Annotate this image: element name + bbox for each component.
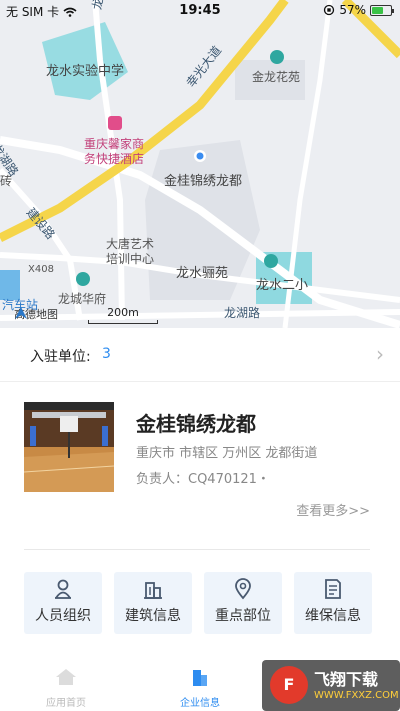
amap-arrow-icon	[15, 307, 27, 319]
map-label-hotel-line2: 务快捷酒店	[84, 152, 145, 166]
longcheng-poi-icon	[76, 272, 90, 286]
document-icon	[325, 579, 341, 599]
tab-enterprise-info[interactable]: 企业信息	[160, 668, 240, 709]
map-label-longshui-erxiao: 龙水二小	[256, 278, 309, 293]
map-view[interactable]: 龙王路 龙水实验中学 幸光大道 金龙花苑 龙湖路 重庆馨家商 务快捷酒店 砖 金…	[0, 0, 400, 328]
map-label-longcheng: 龙城华府	[58, 292, 107, 306]
map-label-brick: 砖	[0, 174, 13, 188]
enterprise-photo	[24, 402, 114, 492]
watermark: F 飞翔下载 WWW.FXXZ.COM	[262, 660, 400, 711]
key-areas-button[interactable]: 重点部位	[204, 572, 282, 634]
key-areas-label: 重点部位	[215, 608, 271, 624]
building-tab-icon	[193, 670, 207, 686]
building-info-button[interactable]: 建筑信息	[114, 572, 192, 634]
enterprise-card: 金桂锦绣龙都 重庆市 市辖区 万州区 龙都街道 负责人：CQ470121・ 查看…	[0, 382, 400, 550]
map-label-jingui: 金桂锦绣龙都	[164, 174, 243, 189]
map-label-longshui-liyuan: 龙水骊苑	[176, 266, 229, 281]
status-bar: 无 SIM 卡 19:45 57%	[0, 0, 400, 22]
watermark-name: 飞翔下载	[314, 670, 379, 689]
longshui-erxiao-poi-icon	[264, 254, 278, 268]
map-label-longhu-road-bottom: 龙湖路	[224, 306, 261, 320]
people-org-label: 人员组织	[35, 608, 91, 624]
map-label-school: 龙水实验中学	[46, 64, 125, 79]
maintenance-info-label: 维保信息	[305, 608, 361, 624]
tab-enterprise-label: 企业信息	[180, 698, 220, 709]
tenant-count-label: 入驻单位:	[30, 349, 91, 365]
map-scale-bar	[88, 320, 158, 324]
hotel-poi-icon	[108, 116, 122, 130]
map-label-x408: X408	[28, 264, 54, 275]
battery-percent: 57%	[339, 3, 366, 17]
enterprise-responsible: 负责人：CQ470121・	[136, 472, 270, 487]
home-icon	[56, 669, 76, 685]
map-scale: 200m	[88, 306, 158, 324]
map-scale-text: 200m	[107, 306, 139, 319]
people-org-button[interactable]: 人员组织	[24, 572, 102, 634]
building-icon	[144, 582, 162, 599]
tab-home-label: 应用首页	[46, 698, 86, 709]
building-info-label: 建筑信息	[125, 608, 181, 624]
section-divider	[24, 549, 370, 550]
enterprise-address: 重庆市 市辖区 万州区 龙都街道	[136, 446, 318, 461]
watermark-url: WWW.FXXZ.COM	[314, 690, 399, 701]
tenant-count-row[interactable]: 入驻单位: 3 ›	[0, 328, 400, 382]
map-label-datang-line2: 培训中心	[106, 252, 155, 266]
people-icon	[55, 579, 71, 599]
action-grid: 人员组织 建筑信息 重点部位 维保信息	[24, 572, 372, 634]
tenant-count-value: 3	[102, 346, 111, 362]
view-more-link[interactable]: 查看更多>>	[296, 500, 370, 519]
amap-logo: 高德地图	[14, 306, 58, 322]
maintenance-info-button[interactable]: 维保信息	[294, 572, 372, 634]
enterprise-name: 金桂锦绣龙都	[136, 412, 256, 436]
location-pin-icon	[235, 578, 251, 600]
chevron-right-icon: ›	[376, 342, 384, 366]
orientation-lock-icon	[324, 4, 335, 16]
tab-home[interactable]: 应用首页	[26, 668, 106, 709]
watermark-logo-icon: F	[270, 666, 308, 704]
map-label-jinlong-garden: 金龙花苑	[252, 70, 301, 84]
battery-icon	[370, 4, 394, 16]
jinlong-garden-poi-icon	[270, 50, 284, 64]
